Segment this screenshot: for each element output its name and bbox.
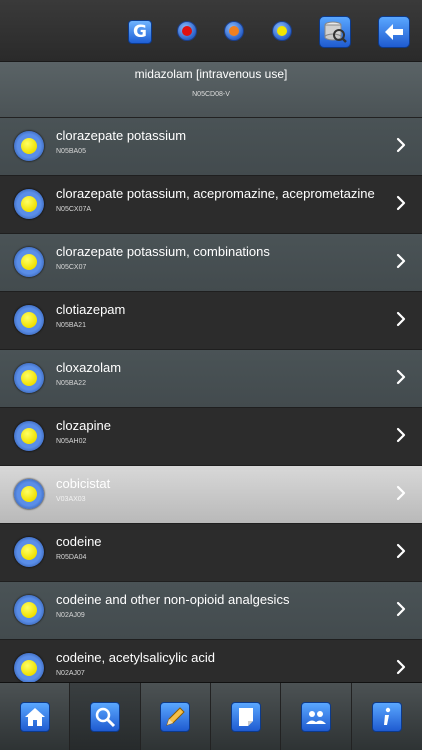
- list-item[interactable]: codeine and other non-opioid analgesics N…: [0, 582, 422, 640]
- tab-users[interactable]: [281, 683, 352, 750]
- top-toolbar: G: [0, 0, 422, 62]
- red-dot-icon: [182, 26, 192, 36]
- drug-name: clozapine: [56, 418, 111, 433]
- yellow-dot-icon: [277, 26, 287, 36]
- chevron-right-icon: [396, 543, 406, 559]
- drug-atc-code: N02AJ09: [56, 612, 85, 619]
- users-icon: [305, 711, 326, 724]
- tab-note[interactable]: [211, 683, 282, 750]
- drug-title: midazolam [intravenous use]: [134, 67, 288, 81]
- drug-atc-code: N02AJ07: [56, 670, 85, 677]
- yellow-dot-button[interactable]: [272, 21, 292, 41]
- yellow-dot-icon: [14, 247, 44, 277]
- bottom-tab-bar: [0, 682, 422, 750]
- list-item[interactable]: clorazepate potassium N05BA05: [0, 118, 422, 176]
- g-label: G: [133, 22, 147, 42]
- g-button[interactable]: G: [128, 20, 152, 44]
- yellow-dot-icon: [14, 653, 44, 683]
- home-icon: [24, 708, 45, 726]
- yellow-dot-icon: [14, 595, 44, 625]
- chevron-right-icon: [396, 485, 406, 501]
- drug-atc-code: N05BA21: [56, 322, 86, 329]
- drug-name: clorazepate potassium, combinations: [56, 244, 270, 259]
- tab-info[interactable]: [352, 683, 422, 750]
- info-icon: [383, 707, 390, 725]
- tab-home[interactable]: [0, 683, 71, 750]
- database-search-button[interactable]: [319, 16, 351, 48]
- drug-atc-code: R05DA04: [56, 554, 87, 561]
- yellow-dot-icon: [14, 131, 44, 161]
- yellow-dot-icon: [14, 363, 44, 393]
- list-item[interactable]: clorazepate potassium, acepromazine, ace…: [0, 176, 422, 234]
- chevron-right-icon: [396, 369, 406, 385]
- drug-name: cobicistat: [56, 476, 111, 491]
- list-item[interactable]: clozapine N05AH02: [0, 408, 422, 466]
- chevron-right-icon: [396, 659, 406, 675]
- list-item[interactable]: clorazepate potassium, combinations N05CX…: [0, 234, 422, 292]
- drug-name: clorazepate potassium: [56, 128, 187, 143]
- tab-search[interactable]: [70, 683, 141, 750]
- chevron-right-icon: [396, 311, 406, 327]
- drug-name: clorazepate potassium, acepromazine, ace…: [56, 186, 375, 201]
- red-dot-button[interactable]: [177, 21, 197, 41]
- orange-dot-icon: [229, 26, 239, 36]
- drug-list: clorazepate potassium N05BA05 clorazepate …: [0, 118, 422, 698]
- yellow-dot-icon: [14, 421, 44, 451]
- pencil-icon: [166, 707, 186, 726]
- drug-name: clotiazepam: [56, 302, 126, 317]
- chevron-right-icon: [396, 427, 406, 443]
- drug-atc-code: N05CX07: [56, 264, 87, 271]
- drug-atc-code: V03AX03: [56, 496, 86, 503]
- list-item[interactable]: cobicistat V03AX03: [0, 466, 422, 524]
- database-search-icon: [324, 21, 347, 43]
- back-arrow-icon: [385, 24, 403, 40]
- chevron-right-icon: [396, 253, 406, 269]
- drug-atc-code: N05BA05: [56, 148, 86, 155]
- yellow-dot-icon: [14, 305, 44, 335]
- list-item[interactable]: cloxazolam N05BA22: [0, 350, 422, 408]
- search-icon: [95, 707, 116, 728]
- chevron-right-icon: [396, 195, 406, 211]
- chevron-right-icon: [396, 601, 406, 617]
- yellow-dot-icon: [14, 189, 44, 219]
- yellow-dot-icon: [14, 537, 44, 567]
- drug-name: codeine, acetylsalicylic acid: [56, 650, 215, 665]
- orange-dot-button[interactable]: [224, 21, 244, 41]
- back-button[interactable]: [378, 16, 410, 48]
- chevron-right-icon: [396, 137, 406, 153]
- drug-header: midazolam [intravenous use] N05CD08-V: [0, 62, 422, 118]
- drug-name: cloxazolam: [56, 360, 122, 375]
- list-item[interactable]: clotiazepam N05BA21: [0, 292, 422, 350]
- drug-name: codeine: [56, 534, 102, 549]
- drug-atc-code: N05AH02: [56, 438, 87, 445]
- drug-atc-code: N05BA22: [56, 380, 86, 387]
- drug-name: codeine and other non-opioid analgesics: [56, 592, 290, 607]
- list-item[interactable]: codeine R05DA04: [0, 524, 422, 582]
- note-icon: [238, 708, 253, 726]
- drug-code: N05CD08-V: [192, 91, 230, 98]
- tab-pencil[interactable]: [141, 683, 211, 750]
- yellow-dot-icon: [14, 479, 44, 509]
- drug-atc-code: N05CX07A: [56, 206, 92, 213]
